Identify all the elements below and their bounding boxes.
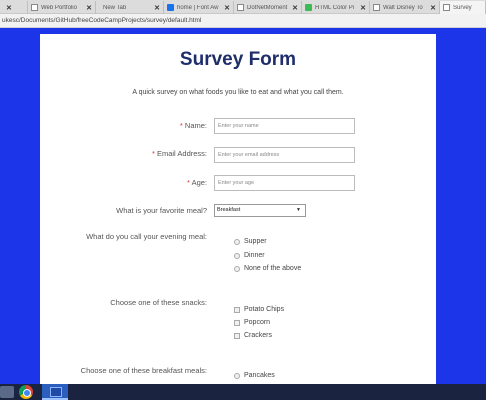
name-input[interactable]: Enter your name (214, 118, 355, 134)
page-title: Survey Form (179, 49, 297, 70)
evening-option-supper[interactable]: Supper (234, 238, 267, 245)
tab-label: Web Portfolio (41, 4, 77, 11)
radio-icon[interactable] (234, 265, 240, 272)
meal-select[interactable]: Breakfast ▼ (214, 204, 306, 217)
close-tab-icon[interactable]: ✕ (86, 4, 92, 12)
chrome-icon[interactable] (19, 385, 33, 399)
tab-label: home | Font Aw (177, 4, 219, 11)
radio-icon[interactable] (234, 252, 240, 259)
evening-option-dinner[interactable]: Dinner (234, 252, 265, 259)
tab-label: DotNetMoment (247, 4, 288, 11)
browser-tab[interactable]: Web Portfolio ✕ (28, 1, 96, 14)
tab-label: Walt Disney To (383, 4, 423, 11)
taskbar (0, 384, 486, 400)
close-tab-icon[interactable]: ✕ (360, 4, 366, 12)
close-tab-icon[interactable]: ✕ (154, 4, 160, 12)
close-tab-icon[interactable]: ✕ (430, 4, 436, 12)
page-icon (373, 4, 380, 11)
taskbar-app-icon[interactable] (42, 384, 68, 400)
close-tab-icon[interactable]: ✕ (224, 4, 230, 12)
radio-icon[interactable] (234, 238, 240, 245)
page-icon (237, 4, 244, 11)
page-icon (31, 4, 38, 11)
page-icon (443, 4, 450, 11)
close-tab-icon[interactable]: ✕ (292, 4, 298, 12)
survey-card: Survey Form A quick survey on what foods… (40, 34, 436, 384)
dropdown-arrow-icon: ▼ (296, 207, 301, 213)
browser-tab[interactable]: HTML Color Pi ✕ (302, 1, 370, 14)
browser-tab[interactable]: Walt Disney To ✕ (370, 1, 440, 14)
snacks-label: Choose one of these snacks: (110, 298, 207, 307)
color-picker-icon (305, 4, 312, 11)
snack-option-chips[interactable]: Potato Chips (234, 306, 284, 313)
meal-select-value: Breakfast (217, 207, 241, 213)
evening-meal-label: What do you call your evening meal: (86, 232, 207, 241)
browser-tab[interactable]: DotNetMoment ✕ (234, 1, 302, 14)
meal-label: What is your favorite meal? (116, 206, 207, 215)
name-label: * Name: (179, 121, 207, 130)
snack-option-popcorn[interactable]: Popcorn (234, 319, 270, 326)
snack-option-crackers[interactable]: Crackers (234, 332, 272, 339)
checkbox-icon[interactable] (234, 319, 240, 326)
checkbox-icon[interactable] (234, 306, 240, 313)
address-bar[interactable]: ukesc/Documents/GitHub/freeCodeCampProje… (0, 14, 486, 28)
browser-tab[interactable]: home | Font Aw ✕ (164, 1, 234, 14)
age-input[interactable]: Enter your age (214, 175, 355, 191)
breakfast-option-pancakes[interactable]: Pancakes (234, 372, 275, 379)
page-description: A quick survey on what foods you like to… (132, 89, 344, 96)
email-label: * Email Address: (151, 149, 207, 158)
radio-icon[interactable] (234, 372, 240, 379)
age-label: * Age: (186, 178, 207, 187)
close-tab-icon[interactable]: ✕ (6, 4, 12, 12)
evening-option-none[interactable]: None of the above (234, 265, 301, 272)
breakfast-label: Choose one of these breakfast meals: (80, 366, 207, 375)
email-input[interactable]: Enter your email address (214, 147, 355, 163)
browser-tab[interactable]: New Tab ✕ (96, 1, 164, 14)
start-button-icon[interactable] (0, 386, 14, 398)
tab-label: HTML Color Pi (315, 4, 355, 11)
tab-label: New Tab (103, 4, 127, 11)
browser-tab-active[interactable]: Survey (440, 1, 486, 14)
tab-label: Survey (453, 4, 472, 11)
fontawesome-icon (167, 4, 174, 11)
checkbox-icon[interactable] (234, 332, 240, 339)
browser-tab-strip: ✕ Web Portfolio ✕ New Tab ✕ home | Font … (0, 0, 486, 14)
browser-tab[interactable]: ✕ (0, 1, 28, 14)
